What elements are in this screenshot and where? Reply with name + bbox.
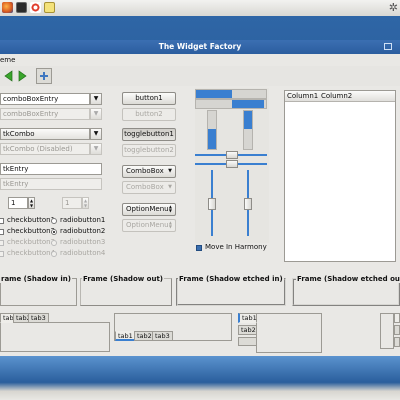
option-menu-1[interactable]: OptionMenu ▲ ▼ [122, 203, 176, 216]
notebook-4-tab2[interactable] [394, 325, 400, 335]
radiobutton-2[interactable] [51, 229, 57, 235]
terminal-icon[interactable] [16, 2, 27, 13]
button-1[interactable]: button1 [122, 92, 176, 105]
combobox-2-label: ComboBox [126, 183, 164, 191]
option-menu-1-label: OptionMenu [126, 205, 169, 213]
tree-header: Column1 Column2 [285, 91, 395, 102]
harmony-checkbox[interactable] [196, 245, 202, 251]
desktop-background-lower [0, 356, 400, 400]
button-2: button2 [122, 108, 176, 121]
checkbutton-2-label: checkbutton2 [7, 227, 56, 235]
radiobutton-3-label: radiobutton3 [60, 238, 106, 246]
vertical-scale-slider-1[interactable] [208, 198, 216, 210]
radiobutton-1-label: radiobutton1 [60, 216, 106, 224]
frame-shadow-etched-out-label: Frame (Shadow etched out) [296, 275, 400, 283]
notebook-3-tab3[interactable] [238, 337, 257, 346]
vertical-progress-fill-1 [208, 129, 216, 149]
text-entry[interactable]: tkEntry [0, 163, 102, 175]
notes-icon[interactable] [44, 2, 55, 13]
dropdown-arrow-icon: ▼ [168, 184, 172, 190]
tree-view[interactable]: Column1 Column2 [284, 90, 396, 262]
checkbutton-1[interactable] [0, 218, 4, 224]
dropdown-arrow-icon[interactable]: ▼ [90, 128, 102, 140]
vertical-scale-slider-2[interactable] [244, 198, 252, 210]
toggle-button-2: togglebutton2 [122, 144, 176, 157]
maximize-icon[interactable] [384, 43, 392, 50]
menu-bar: eme [0, 54, 400, 66]
radiobutton-3 [51, 240, 57, 246]
checkbutton-3 [0, 240, 4, 246]
add-icon [40, 72, 48, 80]
combobox-2: ComboBox ▼ [122, 181, 176, 194]
dropdown-arrow-icon: ▼ [90, 108, 102, 120]
checkbutton-2[interactable] [0, 229, 4, 235]
column-header-2[interactable]: Column2 [321, 92, 352, 100]
progress-bar-1 [195, 89, 267, 99]
window-title: The Widget Factory [0, 40, 400, 54]
vertical-progress-1 [207, 110, 217, 150]
scale-slider-2[interactable] [226, 160, 238, 168]
notebook-4-tab3[interactable] [394, 337, 400, 347]
spin-arrows-icon: ▲ ▼ [82, 197, 89, 209]
notebook-3-tab2[interactable]: tab2 [238, 325, 257, 335]
dropdown-arrow-icon: ▼ [90, 143, 102, 155]
checkbutton-4-label: checkbutton4 [7, 249, 56, 257]
spin-button-disabled: 1 [62, 197, 82, 209]
frame-shadow-in-label: rame (Shadow in) [0, 275, 72, 283]
radiobutton-1[interactable] [51, 218, 57, 224]
notebook-2-tab3[interactable]: tab3 [152, 331, 173, 341]
vertical-progress-2 [243, 110, 253, 150]
top-panel: ✲ [0, 0, 400, 17]
radiobutton-4-label: radiobutton4 [60, 249, 106, 257]
notebook-2-tab1[interactable]: tab1 [115, 331, 136, 341]
frame-shadow-out-label: Frame (Shadow out) [82, 275, 164, 283]
checkbutton-4 [0, 251, 4, 257]
combobox-1[interactable]: ComboBox ▼ [122, 165, 176, 178]
progress-bar-2 [195, 99, 267, 109]
notebook-left-tabs [256, 313, 322, 353]
toggle-button-1[interactable]: togglebutton1 [122, 128, 176, 141]
notebook-1-tab3[interactable]: tab3 [28, 313, 49, 323]
notebook-4-tab1[interactable] [394, 313, 400, 323]
dropdown-arrow-icon: ▼ [168, 168, 172, 174]
forward-button[interactable] [15, 68, 31, 84]
radiobutton-2-label: radiobutton2 [60, 227, 106, 235]
combo-disabled: tkCombo (Disabled) [0, 143, 90, 155]
harmony-label: Move In Harmony [205, 243, 267, 251]
progress-fill-2 [232, 100, 264, 108]
dropdown-arrow-icon[interactable]: ▼ [90, 93, 102, 105]
frame-shadow-etched-in-label: Frame (Shadow etched in) [178, 275, 284, 283]
combo-box-entry[interactable]: comboBoxEntry [0, 93, 90, 105]
menu-item-theme[interactable]: eme [0, 56, 15, 64]
firefox-icon[interactable] [2, 2, 13, 13]
settings-icon[interactable]: ✲ [389, 2, 398, 13]
checkbutton-3-label: checkbutton3 [7, 238, 56, 246]
updown-icon: ▲ ▼ [168, 220, 172, 229]
spin-arrows-icon[interactable]: ▲ ▼ [28, 197, 35, 209]
option-menu-2: OptionMenu ▲ ▼ [122, 219, 176, 232]
radiobutton-4 [51, 251, 57, 257]
option-menu-2-label: OptionMenu [126, 221, 169, 229]
scale-slider-1[interactable] [226, 151, 238, 159]
forward-icon [18, 70, 27, 82]
add-button[interactable] [36, 68, 52, 84]
combo-box-entry-disabled: comboBoxEntry [0, 108, 90, 120]
vertical-progress-fill-2 [244, 111, 252, 129]
column-header-1[interactable]: Column1 [287, 92, 318, 100]
progress-fill-1 [196, 90, 232, 98]
notebook-3-tab1[interactable]: tab1 [238, 313, 257, 323]
help-icon[interactable] [30, 2, 41, 13]
updown-icon: ▲ ▼ [168, 204, 172, 213]
combobox-1-label: ComboBox [126, 167, 164, 175]
toolbar [0, 66, 400, 86]
spin-button[interactable]: 1 [8, 197, 28, 209]
text-entry-disabled: tkEntry [0, 178, 102, 190]
notebook-top-tabs [0, 322, 110, 352]
checkbutton-1-label: checkbutton1 [7, 216, 56, 224]
combo[interactable]: tkCombo [0, 128, 90, 140]
notebook-right-tabs [380, 313, 394, 349]
